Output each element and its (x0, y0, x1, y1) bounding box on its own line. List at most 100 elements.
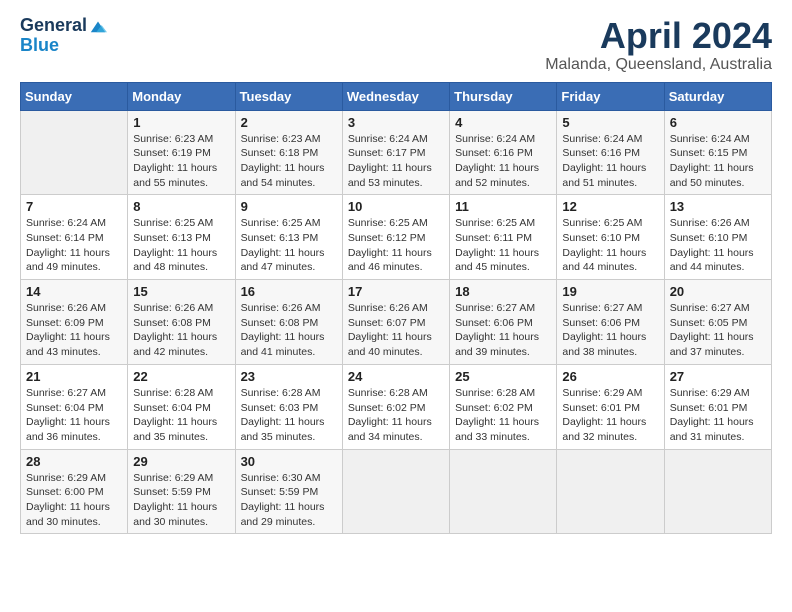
month-title: April 2024 (545, 16, 772, 56)
calendar-cell: 24Sunrise: 6:28 AMSunset: 6:02 PMDayligh… (342, 364, 449, 449)
day-number: 14 (26, 284, 122, 299)
day-number: 28 (26, 454, 122, 469)
calendar-cell: 2Sunrise: 6:23 AMSunset: 6:18 PMDaylight… (235, 110, 342, 195)
day-number: 20 (670, 284, 766, 299)
calendar-cell (450, 449, 557, 534)
calendar-cell: 3 Sunrise: 6:24 AMSunset: 6:17 PMDaylight… (342, 110, 449, 195)
day-info: Sunrise: 6:29 AMSunset: 5:59 PMDaylight:… (133, 471, 229, 530)
calendar-cell: 16 Sunrise: 6:26 AMSunset: 6:08 PMDayligh… (235, 280, 342, 365)
logo-icon (89, 19, 107, 33)
day-info: Sunrise: 6:24 AMSunset: 6:14 PMDaylight:… (26, 216, 122, 275)
day-number: 27 (670, 369, 766, 384)
calendar-header-row: SundayMondayTuesdayWednesdayThursdayFrid… (21, 82, 772, 110)
day-info: Sunrise: 6:24 AMSunset: 6:16 PMDaylight:… (562, 132, 658, 191)
calendar-cell: 19 Sunrise: 6:27 AMSunset: 6:06 PMDayligh… (557, 280, 664, 365)
column-header-saturday: Saturday (664, 82, 771, 110)
column-header-friday: Friday (557, 82, 664, 110)
day-number: 17 (348, 284, 444, 299)
day-info: Sunrise: 6:29 AMSunset: 6:01 PMDaylight:… (562, 386, 658, 445)
calendar-week-row: 7 Sunrise: 6:24 AMSunset: 6:14 PMDaylight… (21, 195, 772, 280)
calendar-cell: 7 Sunrise: 6:24 AMSunset: 6:14 PMDaylight… (21, 195, 128, 280)
day-info: Sunrise: 6:30 AMSunset: 5:59 PMDaylight:… (241, 471, 337, 530)
calendar-cell (557, 449, 664, 534)
day-number: 15 (133, 284, 229, 299)
calendar-cell: 8 Sunrise: 6:25 AMSunset: 6:13 PMDaylight… (128, 195, 235, 280)
calendar-cell (342, 449, 449, 534)
calendar-cell: 10 Sunrise: 6:25 AMSunset: 6:12 PMDayligh… (342, 195, 449, 280)
day-number: 1 (133, 115, 229, 130)
day-info: Sunrise: 6:29 AMSunset: 6:01 PMDaylight:… (670, 386, 766, 445)
column-header-tuesday: Tuesday (235, 82, 342, 110)
day-number: 12 (562, 199, 658, 214)
day-number: 10 (348, 199, 444, 214)
calendar-cell: 18Sunrise: 6:27 AMSunset: 6:06 PMDayligh… (450, 280, 557, 365)
day-info: Sunrise: 6:25 AMSunset: 6:11 PMDaylight:… (455, 216, 551, 275)
calendar-cell: 4 Sunrise: 6:24 AMSunset: 6:16 PMDaylight… (450, 110, 557, 195)
day-number: 21 (26, 369, 122, 384)
day-info: Sunrise: 6:27 AMSunset: 6:05 PMDaylight:… (670, 301, 766, 360)
day-number: 29 (133, 454, 229, 469)
calendar-cell: 13Sunrise: 6:26 AMSunset: 6:10 PMDayligh… (664, 195, 771, 280)
day-number: 16 (241, 284, 337, 299)
location: Malanda, Queensland, Australia (545, 56, 772, 74)
day-info: Sunrise: 6:28 AMSunset: 6:02 PMDaylight:… (455, 386, 551, 445)
calendar-cell: 9Sunrise: 6:25 AMSunset: 6:13 PMDaylight… (235, 195, 342, 280)
column-header-thursday: Thursday (450, 82, 557, 110)
column-header-monday: Monday (128, 82, 235, 110)
calendar-cell: 20 Sunrise: 6:27 AMSunset: 6:05 PMDayligh… (664, 280, 771, 365)
day-info: Sunrise: 6:26 AMSunset: 6:10 PMDaylight:… (670, 216, 766, 275)
day-info: Sunrise: 6:28 AMSunset: 6:04 PMDaylight:… (133, 386, 229, 445)
day-info: Sunrise: 6:23 AMSunset: 6:18 PMDaylight:… (241, 132, 337, 191)
day-number: 23 (241, 369, 337, 384)
calendar-cell: 12 Sunrise: 6:25 AMSunset: 6:10 PMDayligh… (557, 195, 664, 280)
day-number: 5 (562, 115, 658, 130)
calendar-cell (21, 110, 128, 195)
day-info: Sunrise: 6:24 AMSunset: 6:16 PMDaylight:… (455, 132, 551, 191)
calendar-cell: 22Sunrise: 6:28 AMSunset: 6:04 PMDayligh… (128, 364, 235, 449)
day-info: Sunrise: 6:25 AMSunset: 6:10 PMDaylight:… (562, 216, 658, 275)
day-info: Sunrise: 6:27 AMSunset: 6:04 PMDaylight:… (26, 386, 122, 445)
calendar-table: SundayMondayTuesdayWednesdayThursdayFrid… (20, 82, 772, 535)
calendar-cell: 25 Sunrise: 6:28 AMSunset: 6:02 PMDayligh… (450, 364, 557, 449)
day-info: Sunrise: 6:26 AMSunset: 6:09 PMDaylight:… (26, 301, 122, 360)
day-info: Sunrise: 6:24 AMSunset: 6:17 PMDaylight:… (348, 132, 444, 191)
day-info: Sunrise: 6:25 AMSunset: 6:13 PMDaylight:… (133, 216, 229, 275)
calendar-cell: 6 Sunrise: 6:24 AMSunset: 6:15 PMDaylight… (664, 110, 771, 195)
calendar-cell: 27 Sunrise: 6:29 AMSunset: 6:01 PMDayligh… (664, 364, 771, 449)
logo-blue: Blue (20, 36, 107, 56)
day-info: Sunrise: 6:26 AMSunset: 6:08 PMDaylight:… (241, 301, 337, 360)
calendar-cell: 26 Sunrise: 6:29 AMSunset: 6:01 PMDayligh… (557, 364, 664, 449)
day-info: Sunrise: 6:27 AMSunset: 6:06 PMDaylight:… (455, 301, 551, 360)
day-number: 11 (455, 199, 551, 214)
day-info: Sunrise: 6:25 AMSunset: 6:12 PMDaylight:… (348, 216, 444, 275)
calendar-cell: 28 Sunrise: 6:29 AMSunset: 6:00 PMDayligh… (21, 449, 128, 534)
day-number: 4 (455, 115, 551, 130)
day-number: 30 (241, 454, 337, 469)
day-info: Sunrise: 6:29 AMSunset: 6:00 PMDaylight:… (26, 471, 122, 530)
title-area: April 2024 Malanda, Queensland, Australi… (545, 16, 772, 74)
calendar-cell: 15 Sunrise: 6:26 AMSunset: 6:08 PMDayligh… (128, 280, 235, 365)
calendar-cell: 21 Sunrise: 6:27 AMSunset: 6:04 PMDayligh… (21, 364, 128, 449)
calendar-cell: 11 Sunrise: 6:25 AMSunset: 6:11 PMDayligh… (450, 195, 557, 280)
day-number: 25 (455, 369, 551, 384)
calendar-cell: 29 Sunrise: 6:29 AMSunset: 5:59 PMDayligh… (128, 449, 235, 534)
day-number: 26 (562, 369, 658, 384)
day-number: 3 (348, 115, 444, 130)
day-info: Sunrise: 6:27 AMSunset: 6:06 PMDaylight:… (562, 301, 658, 360)
day-info: Sunrise: 6:28 AMSunset: 6:02 PMDaylight:… (348, 386, 444, 445)
day-number: 6 (670, 115, 766, 130)
calendar-cell: 30 Sunrise: 6:30 AMSunset: 5:59 PMDayligh… (235, 449, 342, 534)
day-number: 19 (562, 284, 658, 299)
calendar-week-row: 1Sunrise: 6:23 AMSunset: 6:19 PMDaylight… (21, 110, 772, 195)
day-number: 9 (241, 199, 337, 214)
day-info: Sunrise: 6:28 AMSunset: 6:03 PMDaylight:… (241, 386, 337, 445)
day-info: Sunrise: 6:24 AMSunset: 6:15 PMDaylight:… (670, 132, 766, 191)
logo-general: General (20, 16, 87, 36)
column-header-sunday: Sunday (21, 82, 128, 110)
calendar-cell: 1Sunrise: 6:23 AMSunset: 6:19 PMDaylight… (128, 110, 235, 195)
day-info: Sunrise: 6:26 AMSunset: 6:07 PMDaylight:… (348, 301, 444, 360)
calendar-cell: 5 Sunrise: 6:24 AMSunset: 6:16 PMDaylight… (557, 110, 664, 195)
day-info: Sunrise: 6:26 AMSunset: 6:08 PMDaylight:… (133, 301, 229, 360)
day-number: 8 (133, 199, 229, 214)
day-number: 7 (26, 199, 122, 214)
